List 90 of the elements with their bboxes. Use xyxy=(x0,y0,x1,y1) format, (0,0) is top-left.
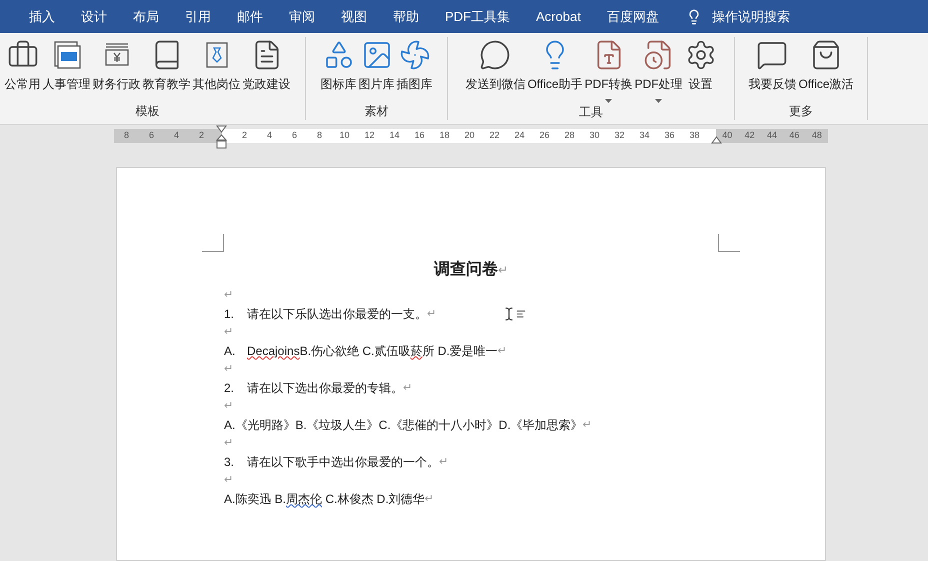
paragraph-text: A.陈奕迅 B.周杰伦 C.林俊杰 D.刘德华 xyxy=(224,490,425,508)
menu-tab[interactable]: 布局 xyxy=(120,0,172,33)
ribbon-button[interactable]: 党政建设 xyxy=(242,39,292,102)
paragraph-mark: ↵ xyxy=(224,325,233,340)
ribbon-button[interactable]: PDF转换 xyxy=(584,39,634,103)
list-number: 2. xyxy=(224,380,236,396)
ruler-number: 36 xyxy=(663,129,676,142)
speech-bubble-icon xyxy=(756,39,788,71)
paragraph-mark: ↵ xyxy=(224,288,233,303)
ribbon-button[interactable]: 其他岗位 xyxy=(192,39,242,102)
ruler-number: 10 xyxy=(338,129,350,142)
ribbon-button[interactable]: 财务行政 xyxy=(92,39,142,102)
ruler-number: 6 xyxy=(148,129,155,142)
ribbon-button[interactable]: 发送到微信 xyxy=(464,39,526,103)
menu-tab[interactable]: PDF工具集 xyxy=(432,0,523,33)
paragraph-mark: ↵ xyxy=(498,344,507,358)
menu-tab[interactable]: 插入 xyxy=(16,0,68,33)
paragraph-mark: ↵ xyxy=(582,418,592,432)
list-number: A. xyxy=(224,342,236,360)
ruler-number: 24 xyxy=(513,129,526,142)
ruler-number: 4 xyxy=(172,129,180,142)
ruler-number: 18 xyxy=(438,129,450,142)
menu-tab[interactable]: 视图 xyxy=(328,0,380,33)
group-label: 素材 xyxy=(364,103,390,120)
ruler-number: 30 xyxy=(588,129,600,142)
windmill-icon xyxy=(398,39,430,71)
paragraph-mark: ↵ xyxy=(424,492,434,506)
paragraph-text: 请在以下歌手中选出你最爱的一个。 xyxy=(247,454,439,470)
menu-tab[interactable]: 邮件 xyxy=(224,0,276,33)
paragraph-mark: ↵ xyxy=(224,399,233,414)
ribbon-button[interactable]: 教育教学 xyxy=(142,39,192,102)
paragraph-mark: ↵ xyxy=(427,306,436,322)
menu-tab[interactable]: 审阅 xyxy=(276,0,328,33)
chat-icon xyxy=(479,39,512,71)
ribbon-button[interactable]: Office助手 xyxy=(526,39,584,103)
list-number: 1. xyxy=(224,306,236,322)
paragraph-text: 请在以下乐队选出你最爱的一支。 xyxy=(247,306,427,322)
paragraph-mark: ↵ xyxy=(224,362,233,377)
ruler-number: 16 xyxy=(413,129,426,142)
ruler-number: 28 xyxy=(563,129,576,142)
ruler-number: 40 xyxy=(721,129,734,142)
ribbon-button[interactable]: Office激活 xyxy=(797,39,855,102)
paragraph-text: DecajoinsB.伤心欲绝 C.贰伍吸菸所 D.爱是唯一 xyxy=(247,342,498,360)
ruler-number: 20 xyxy=(463,129,476,142)
ribbon-button[interactable]: 图片库 xyxy=(358,39,396,102)
ruler-number: 4 xyxy=(266,129,273,142)
menu-tab[interactable]: 设计 xyxy=(68,0,120,33)
paragraph-text: A.《光明路》B.《垃圾人生》C.《悲催的十八小时》D.《毕加思索》 xyxy=(224,416,583,434)
ruler-number: 8 xyxy=(122,129,130,142)
ruler-number: 48 xyxy=(810,129,823,142)
menu-tab[interactable]: 百度网盘 xyxy=(594,0,672,33)
document-title: 调查问卷↵ xyxy=(434,261,508,278)
paragraph-mark: ↵ xyxy=(224,473,233,488)
paragraph-mark: ↵ xyxy=(403,380,412,396)
paragraph-text: 请在以下选出你最爱的专辑。 xyxy=(247,380,403,396)
ribbon-button[interactable]: 图标库 xyxy=(320,39,358,102)
paragraph-mark: ↵ xyxy=(439,454,448,470)
crop-mark xyxy=(202,234,224,252)
ribbon-button[interactable]: PDF处理 xyxy=(634,39,684,103)
menu-tab[interactable]: Acrobat xyxy=(523,0,594,33)
ruler-number: 14 xyxy=(388,129,400,142)
ribbon-button[interactable]: 设置 xyxy=(684,39,718,103)
tell-me-button[interactable]: 操作说明搜索 xyxy=(686,6,790,26)
group-label: 模板 xyxy=(134,103,160,120)
ribbon-button[interactable]: 公常用 xyxy=(4,39,42,102)
ruler-number: 42 xyxy=(744,129,756,142)
ruler-number: 46 xyxy=(788,129,800,142)
ruler-number: 22 xyxy=(488,129,500,142)
group-label: 更多 xyxy=(788,103,814,120)
ruler-number: 6 xyxy=(290,129,298,142)
shopping-bag-icon xyxy=(810,39,842,71)
align-left-icon xyxy=(516,308,526,319)
ruler-number: 2 xyxy=(198,129,205,142)
menu-tab[interactable]: 帮助 xyxy=(380,0,432,33)
ribbon-button[interactable]: 插图库 xyxy=(396,39,434,102)
menu-tab[interactable]: 引用 xyxy=(172,0,224,33)
ruler-number: 12 xyxy=(363,129,376,142)
paragraph-mark: ↵ xyxy=(224,436,233,451)
list-number: 3. xyxy=(224,454,236,470)
crop-mark xyxy=(718,234,740,252)
ruler-number: 38 xyxy=(688,129,700,142)
ruler-number: 44 xyxy=(766,129,778,142)
ruler-number: 8 xyxy=(316,129,323,142)
group-label: 工具 xyxy=(578,104,604,121)
ruler-number: 32 xyxy=(613,129,626,142)
ribbon-button[interactable]: 人事管理 xyxy=(42,39,92,102)
ruler-number: 26 xyxy=(538,129,550,142)
ruler-number: 34 xyxy=(638,129,650,142)
ruler-number: 2 xyxy=(240,129,248,142)
ribbon-button[interactable]: 我要反馈 xyxy=(747,39,798,102)
